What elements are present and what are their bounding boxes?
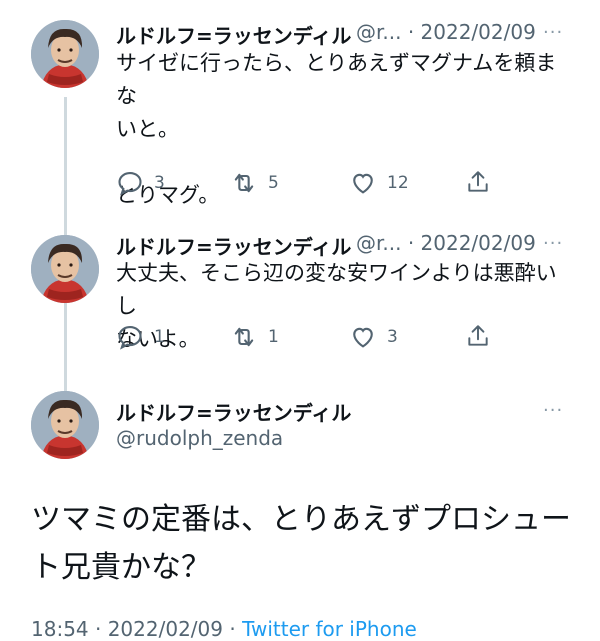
author-handle[interactable]: @rudolph_zenda [116, 426, 283, 450]
tweet-text-line: 大丈夫、そこら辺の変な安ワインよりは悪酔いし [116, 261, 557, 318]
like-button[interactable]: 3 [349, 323, 398, 351]
tweet-text-line: ないよ。 [116, 327, 200, 351]
handle-date[interactable]: @r... · 2022/02/09 [356, 231, 536, 255]
reply-count: 1 [154, 327, 165, 347]
like-count: 12 [387, 173, 409, 193]
like-icon [353, 327, 373, 348]
retweet-button[interactable]: 5 [230, 169, 279, 197]
author-name[interactable]: ルドルフ=ラッセンディル [116, 20, 351, 49]
source-link[interactable]: Twitter for iPhone [242, 617, 417, 641]
retweet-count: 1 [268, 327, 279, 347]
like-icon [353, 173, 373, 194]
reply-button[interactable]: 1 [116, 323, 165, 351]
avatar-image [31, 391, 99, 459]
tweet-text-line: サイゼに行ったら、とりあえずマグナムを頼まな [116, 51, 557, 108]
avatar[interactable] [31, 391, 99, 459]
tweet-text: サイゼに行ったら、とりあえずマグナムを頼まな いと。 とりマグ。 [116, 47, 571, 212]
share-icon [468, 325, 488, 346]
avatar-image [31, 235, 99, 303]
avatar[interactable] [31, 20, 99, 88]
like-button[interactable]: 12 [349, 169, 409, 197]
handle-date[interactable]: @r... · 2022/02/09 [356, 20, 536, 44]
main-tweet-text-line: ト兄貴かな？ [31, 550, 211, 585]
reply-count: 3 [154, 173, 165, 193]
reply-icon [118, 172, 142, 196]
tweet-meta: 18:54 · 2022/02/09 · Twitter for iPhone [31, 617, 417, 641]
retweet-icon [234, 173, 254, 193]
author-name[interactable]: ルドルフ=ラッセンディル [116, 231, 351, 260]
share-button[interactable] [465, 323, 501, 349]
author-name[interactable]: ルドルフ=ラッセンディル [116, 397, 351, 426]
retweet-button[interactable]: 1 [230, 323, 279, 351]
more-icon[interactable]: ··· [543, 233, 563, 254]
tweet-text-line: いと。 [116, 117, 179, 141]
main-tweet-text-line: ツマミの定番は、とりあえずプロシュー [31, 502, 571, 537]
tweet-text-line: とりマグ。 [116, 183, 220, 207]
avatar-image [31, 20, 99, 88]
more-icon[interactable]: ··· [543, 22, 563, 43]
retweet-icon [234, 327, 254, 347]
like-count: 3 [387, 327, 398, 347]
tweet-text: 大丈夫、そこら辺の変な安ワインよりは悪酔いし ないよ。 [116, 257, 571, 356]
reply-button[interactable]: 3 [116, 169, 165, 197]
time-date[interactable]: 18:54 · 2022/02/09 · [31, 617, 242, 641]
more-icon[interactable]: ··· [543, 400, 563, 421]
share-button[interactable] [465, 169, 501, 195]
avatar[interactable] [31, 235, 99, 303]
main-tweet-text: ツマミの定番は、とりあえずプロシュー ト兄貴かな？ [31, 496, 576, 592]
retweet-count: 5 [268, 173, 279, 193]
reply-icon [118, 326, 142, 350]
share-icon [468, 171, 488, 192]
